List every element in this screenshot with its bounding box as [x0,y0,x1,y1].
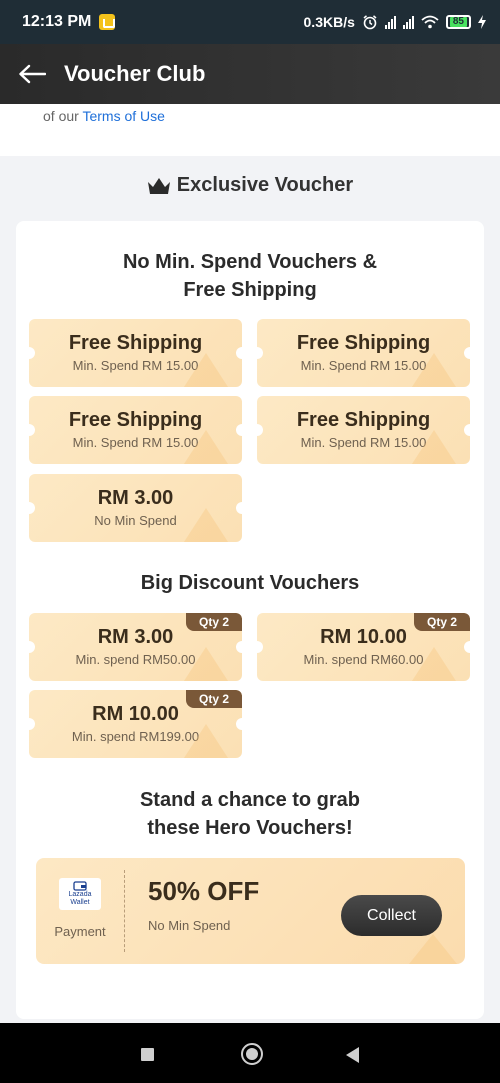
voucher-free-shipping-1[interactable]: Free Shipping Min. Spend RM 15.00 [29,319,242,387]
wallet-icon [73,881,87,891]
recent-apps-icon[interactable] [141,1048,154,1061]
no-min-spend-title: No Min. Spend Vouchers & Free Shipping [0,248,500,304]
voucher-decoration [412,430,456,464]
voucher-decoration [409,934,457,964]
no-min-spend-title-line2: Free Shipping [183,279,317,301]
exclusive-voucher-heading: Exclusive Voucher [0,174,500,197]
terms-text: of our Terms of Use [0,104,500,156]
voucher-free-shipping-4[interactable]: Free Shipping Min. Spend RM 15.00 [257,396,470,464]
network-speed: 0.3KB/s [303,14,355,30]
page-title: Voucher Club [64,61,206,86]
logo-text-lazada: Lazada [68,891,92,898]
logo-text-wallet: Wallet [70,899,90,906]
voucher-rm10-min60[interactable]: Qty 2 RM 10.00 Min. spend RM60.00 [257,613,470,681]
voucher-decoration [184,353,228,387]
charging-icon [478,15,486,29]
collect-button[interactable]: Collect [341,895,442,936]
voucher-decoration [184,724,228,758]
voucher-decoration [184,430,228,464]
voucher-title: Free Shipping [296,332,431,354]
back-button[interactable] [0,44,64,104]
hero-voucher-category: Payment [54,924,106,939]
wifi-icon [421,15,439,29]
app-header: Voucher Club [0,44,500,104]
crown-icon [147,177,170,194]
voucher-rm10-min199[interactable]: Qty 2 RM 10.00 Min. spend RM199.00 [29,690,242,758]
voucher-decoration [412,647,456,681]
hero-voucher: Lazada Wallet Payment 50% OFF No Min Spe… [36,858,465,964]
voucher-title: Free Shipping [68,332,203,354]
no-min-spend-title-line1: No Min. Spend Vouchers & [122,251,378,273]
hero-voucher-left: Lazada Wallet Payment [36,858,124,964]
notification-app-icon [99,14,116,30]
big-discount-title: Big Discount Vouchers [140,572,360,594]
back-icon[interactable] [346,1047,359,1063]
signal-icon [402,15,414,29]
hero-voucher-subtitle: No Min Spend [148,918,231,933]
voucher-rm3-min50[interactable]: Qty 2 RM 3.00 Min. spend RM50.00 [29,613,242,681]
voucher-free-shipping-2[interactable]: Free Shipping Min. Spend RM 15.00 [257,319,470,387]
dashed-divider [124,870,125,952]
system-nav-bar [0,1023,500,1083]
battery-icon: 85 [445,15,471,29]
voucher-title: Free Shipping [296,409,431,431]
voucher-decoration [184,508,228,542]
voucher-title: RM 3.00 [97,487,174,509]
hero-vouchers-title: Stand a chance to grab these Hero Vouche… [0,786,500,842]
status-time: 12:13 PM [22,13,92,30]
voucher-rm3-no-min[interactable]: RM 3.00 No Min Spend [29,474,242,542]
hero-title-line1: Stand a chance to grab [139,789,361,811]
alarm-icon [363,15,377,30]
status-bar: 12:13 PM 0.3KB/s 85 [0,0,500,44]
terms-prefix: of our [43,108,79,124]
exclusive-voucher-title: Exclusive Voucher [176,174,354,196]
battery-level: 85 [449,17,467,27]
voucher-free-shipping-3[interactable]: Free Shipping Min. Spend RM 15.00 [29,396,242,464]
terms-of-use-link[interactable]: Terms of Use [82,108,164,124]
voucher-decoration [412,353,456,387]
hero-voucher-title: 50% OFF [148,876,260,906]
signal-icon [384,15,396,29]
qty-badge: Qty 2 [414,613,470,631]
arrow-left-icon [19,64,46,84]
qty-badge: Qty 2 [186,690,242,708]
lazada-wallet-logo: Lazada Wallet [59,878,101,910]
home-icon[interactable] [241,1043,263,1065]
hero-title-line2: these Hero Vouchers! [147,817,353,839]
qty-badge: Qty 2 [186,613,242,631]
voucher-title: Free Shipping [68,409,203,431]
status-indicators: 0.3KB/s 85 [304,14,486,30]
voucher-decoration [184,647,228,681]
